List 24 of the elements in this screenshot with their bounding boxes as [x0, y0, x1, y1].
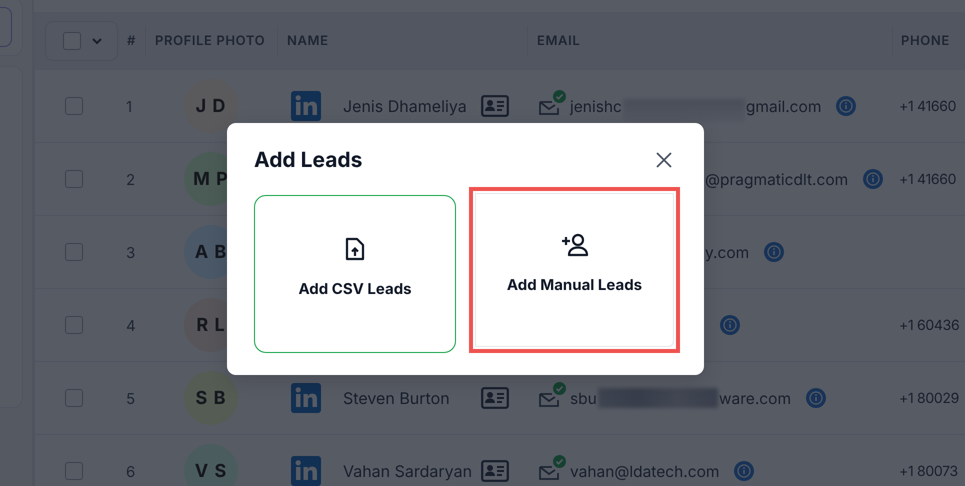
phone-number: +1 80029	[899, 390, 960, 406]
column-header: #	[127, 32, 136, 48]
option-card[interactable]: Add Manual Leads	[475, 193, 674, 347]
row-number: 3	[126, 242, 136, 262]
email-text: @pragmaticdlt.com	[705, 170, 848, 188]
phone-number: +1 80073	[899, 462, 958, 480]
email-text: jenishc	[570, 96, 622, 116]
dialog-title: Add Leads	[254, 148, 362, 172]
file-upload-icon	[345, 236, 365, 260]
row-number: 4	[126, 316, 136, 334]
phone-number: +1 41660	[899, 98, 956, 114]
row-number: 2	[126, 170, 136, 188]
row-number: 6	[126, 462, 136, 480]
email-text: ware.com	[718, 388, 792, 408]
email-text: sbu	[570, 388, 597, 408]
email-text: gmail.com	[746, 96, 822, 116]
row-number: 5	[126, 388, 136, 408]
phone-number: +1 41660	[899, 170, 956, 188]
user-plus-icon	[560, 232, 588, 256]
email-text: vahan@ldatech.com	[570, 462, 720, 480]
option-card[interactable]: Add CSV Leads	[254, 195, 456, 353]
row-number: 1	[126, 96, 132, 116]
email-text: y.com	[705, 242, 750, 262]
phone-number: +1 60436	[899, 316, 960, 334]
